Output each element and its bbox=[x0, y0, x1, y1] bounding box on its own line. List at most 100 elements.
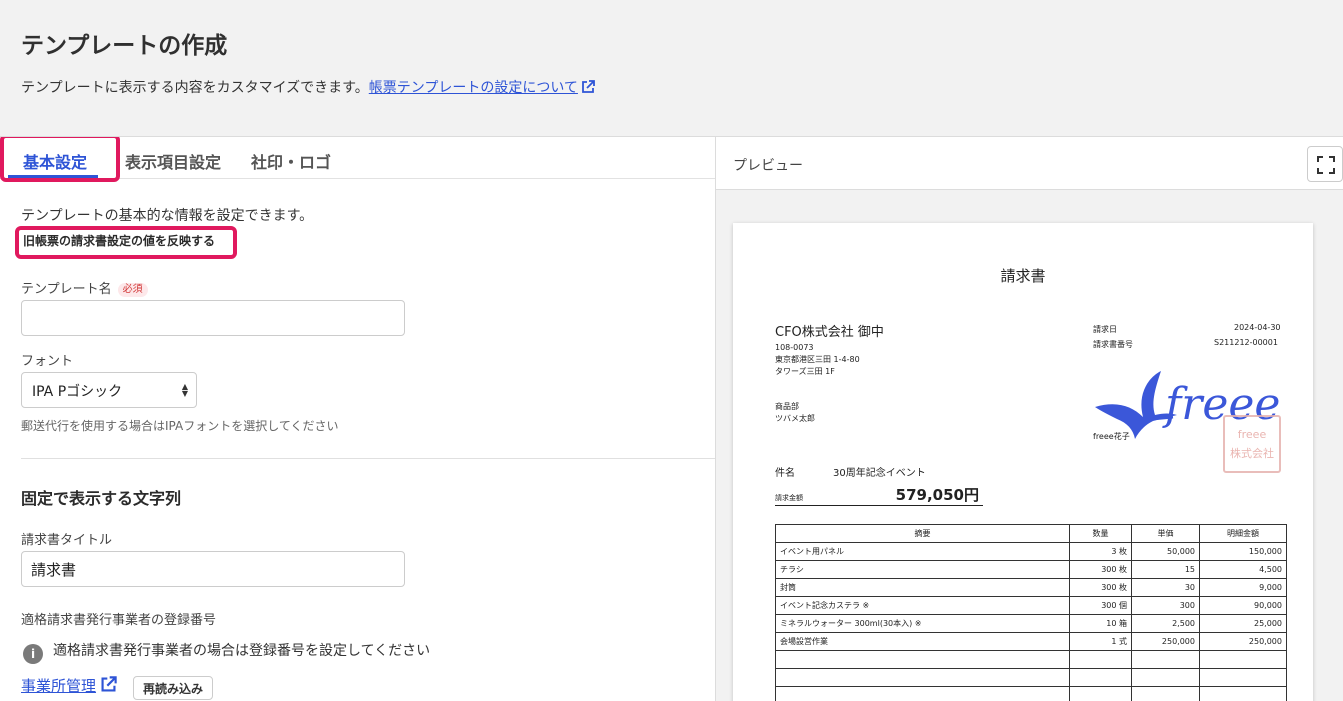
template-name-input[interactable] bbox=[21, 300, 405, 336]
table-cell bbox=[1131, 650, 1200, 669]
page-title: テンプレートの作成 bbox=[21, 33, 228, 59]
table-row: チラシ 300 枚 15 4,500 bbox=[775, 560, 1287, 579]
fullscreen-button[interactable] bbox=[1307, 146, 1343, 182]
table-cell: 4,500 bbox=[1199, 560, 1287, 579]
table-cell: 9,000 bbox=[1199, 578, 1287, 597]
table-cell: 30 bbox=[1131, 578, 1200, 597]
table-row: 封筒 300 枚 30 9,000 bbox=[775, 578, 1287, 597]
table-row bbox=[775, 650, 1287, 669]
table-header-cell: 明細金額 bbox=[1199, 524, 1287, 543]
table-cell: 3 枚 bbox=[1069, 542, 1132, 561]
table-cell bbox=[775, 686, 1070, 701]
font-label: フォント bbox=[21, 354, 74, 369]
table-cell: 1 式 bbox=[1069, 632, 1132, 651]
client-address-2: タワーズ三田 1F bbox=[775, 367, 835, 376]
table-cell bbox=[775, 668, 1070, 687]
help-link[interactable]: 帳票テンプレートの設定について bbox=[369, 80, 578, 96]
basic-settings-description: テンプレートの基本的な情報を設定できます。 bbox=[21, 208, 314, 224]
document-title: 請求書 bbox=[1000, 267, 1046, 285]
table-cell: 300 枚 bbox=[1069, 578, 1132, 597]
font-hint: 郵送代行を使用する場合はIPAフォントを選択してください bbox=[21, 419, 339, 433]
fixed-strings-title: 固定で表示する文字列 bbox=[21, 489, 182, 508]
company-seal-stamp: freee 株式会社 bbox=[1223, 415, 1281, 473]
amount-value: 579,050円 bbox=[895, 486, 979, 504]
table-cell: 25,000 bbox=[1199, 614, 1287, 633]
registration-info: i 適格請求書発行事業者の場合は登録番号を設定してください bbox=[23, 640, 430, 664]
settings-panel: 基本設定 表示項目設定 社印・ロゴ テンプレートの基本的な情報を設定できます。 … bbox=[0, 136, 716, 701]
table-cell: 250,000 bbox=[1199, 632, 1287, 651]
info-icon: i bbox=[23, 644, 43, 664]
invoice-date-label: 請求日 bbox=[1093, 325, 1117, 334]
table-header-cell: 摘要 bbox=[775, 524, 1070, 543]
table-row: イベント用パネル 3 枚 50,000 150,000 bbox=[775, 542, 1287, 561]
table-cell bbox=[1069, 668, 1132, 687]
table-cell: 封筒 bbox=[775, 578, 1070, 597]
table-cell bbox=[1131, 668, 1200, 687]
preview-header: プレビュー bbox=[716, 137, 1343, 190]
font-select[interactable]: IPA Pゴシック ▲ ▼ bbox=[21, 372, 197, 408]
invoice-number: S211212-00001 bbox=[1214, 338, 1278, 347]
company-name: freee花子 bbox=[1093, 432, 1130, 441]
page-description-text: テンプレートに表示する内容をカスタマイズできます。 bbox=[21, 80, 369, 96]
reflect-legacy-settings-button[interactable]: 旧帳票の請求書設定の値を反映する bbox=[23, 232, 216, 249]
table-cell: 300 枚 bbox=[1069, 560, 1132, 579]
line-items-table: 摘要 数量 単価 明細金額 イベント用パネル 3 枚 50,000 150,000 チラ… bbox=[775, 524, 1287, 701]
stamp-text: freee bbox=[1237, 428, 1267, 441]
invoice-title-input[interactable] bbox=[21, 551, 405, 587]
table-cell bbox=[775, 650, 1070, 669]
invoice-number-label: 請求書番号 bbox=[1093, 340, 1133, 349]
table-cell bbox=[1199, 668, 1287, 687]
amount-label: 請求金額 bbox=[775, 494, 803, 502]
font-select-value: IPA Pゴシック bbox=[32, 384, 123, 400]
table-cell bbox=[1199, 650, 1287, 669]
template-name-label-text: テンプレート名 bbox=[21, 282, 112, 297]
external-link-icon[interactable] bbox=[99, 675, 118, 694]
stamp-text: 株式会社 bbox=[1230, 447, 1274, 460]
invoice-preview-document: 請求書 CFO株式会社 御中 108-0073 東京都港区三田 1-4-80 タ… bbox=[733, 223, 1313, 701]
client-address-1: 東京都港区三田 1-4-80 bbox=[775, 355, 860, 364]
subject-value: 30周年記念イベント bbox=[833, 468, 926, 479]
table-row: 会場設営作業 1 式 250,000 250,000 bbox=[775, 632, 1287, 651]
table-cell: 90,000 bbox=[1199, 596, 1287, 615]
table-cell bbox=[1199, 686, 1287, 701]
select-arrows-icon: ▲ ▼ bbox=[181, 382, 188, 398]
table-cell: 50,000 bbox=[1131, 542, 1200, 561]
subject-label: 件名 bbox=[775, 468, 795, 479]
external-link-icon[interactable] bbox=[580, 79, 596, 95]
table-cell bbox=[1069, 650, 1132, 669]
reload-button[interactable]: 再読み込み bbox=[133, 676, 214, 700]
client-person: ツバメ太郎 bbox=[775, 414, 815, 423]
tab-seal-logo[interactable]: 社印・ロゴ bbox=[251, 149, 331, 173]
client-postal: 108-0073 bbox=[775, 343, 814, 352]
highlight-box-tab bbox=[0, 137, 120, 182]
page-description: テンプレートに表示する内容をカスタマイズできます。帳票テンプレートの設定について bbox=[21, 77, 596, 97]
table-body: イベント用パネル 3 枚 50,000 150,000 チラシ 300 枚 15 4,500 封… bbox=[775, 542, 1287, 701]
client-department: 商品部 bbox=[775, 402, 799, 411]
table-row bbox=[775, 686, 1287, 701]
preview-title: プレビュー bbox=[733, 158, 803, 174]
template-name-label: テンプレート名 必須 bbox=[21, 278, 148, 297]
office-management-link-text[interactable]: 事業所管理 bbox=[21, 677, 96, 695]
table-cell: 10 箱 bbox=[1069, 614, 1132, 633]
table-cell: イベント用パネル bbox=[775, 542, 1070, 561]
office-management-link[interactable]: 事業所管理 bbox=[21, 675, 118, 696]
registration-info-text: 適格請求書発行事業者の場合は登録番号を設定してください bbox=[53, 643, 431, 659]
table-row bbox=[775, 668, 1287, 687]
table-header-cell: 単価 bbox=[1131, 524, 1200, 543]
table-cell: チラシ bbox=[775, 560, 1070, 579]
table-cell: 300 bbox=[1131, 596, 1200, 615]
required-badge: 必須 bbox=[117, 283, 148, 297]
preview-panel: プレビュー 請求書 CFO株式会社 御中 108-0073 東京都港区三田 1-… bbox=[716, 136, 1343, 701]
table-cell bbox=[1069, 686, 1132, 701]
tab-display-items[interactable]: 表示項目設定 bbox=[125, 149, 221, 173]
table-cell: 300 個 bbox=[1069, 596, 1132, 615]
table-cell: 15 bbox=[1131, 560, 1200, 579]
table-cell: 会場設営作業 bbox=[775, 632, 1070, 651]
table-cell: 150,000 bbox=[1199, 542, 1287, 561]
invoice-title-label: 請求書タイトル bbox=[21, 533, 113, 548]
client-name: CFO株式会社 御中 bbox=[775, 325, 884, 340]
table-cell: 2,500 bbox=[1131, 614, 1200, 633]
table-header-cell: 数量 bbox=[1069, 524, 1132, 543]
amount-row: 請求金額 579,050円 bbox=[775, 484, 983, 506]
table-row: ミネラルウォーター 300ml(30本入) ※ 10 箱 2,500 25,000 bbox=[775, 614, 1287, 633]
